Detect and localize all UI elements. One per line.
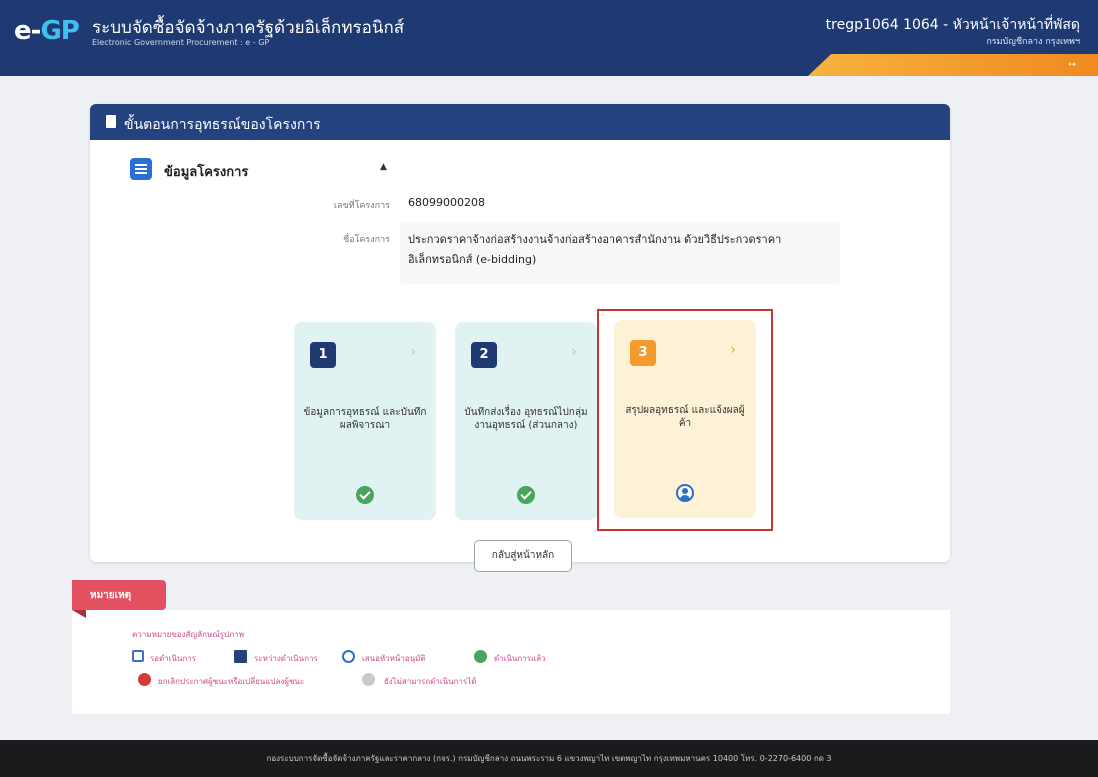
egp-logo[interactable]: e-GP bbox=[14, 16, 80, 46]
chevron-right-icon: › bbox=[571, 344, 577, 360]
date-bar: ↦ bbox=[808, 54, 1098, 76]
project-name-line1: ประกวดราคาจ้างก่อสร้างงานจ้างก่อสร้างอาค… bbox=[408, 233, 782, 246]
logo-e: e- bbox=[14, 16, 41, 46]
legend-title: ความหมายของสัญลักษณ์รูปภาพ bbox=[132, 630, 245, 639]
project-no-value: 68099000208 bbox=[408, 196, 485, 209]
card-title: ขั้นตอนการอุทธรณ์ของโครงการ bbox=[124, 117, 321, 133]
legend-done: ดำเนินการแล้ว bbox=[494, 654, 546, 663]
cancel-circle-icon bbox=[138, 673, 151, 686]
top-header: e-GP ระบบจัดซื้อจัดจ้างภาครัฐด้วยอิเล็กท… bbox=[0, 0, 1098, 62]
step-label: บันทึกส่งเรื่อง อุทธรณ์ไปกลุ่ม งานอุทธรณ… bbox=[464, 407, 588, 431]
highlight-box bbox=[597, 309, 773, 531]
step-1-card[interactable]: 1 › ข้อมูลการอุทธรณ์ และบันทึกผลพิจารณา bbox=[294, 322, 436, 520]
collapse-caret-icon[interactable]: ▲ bbox=[380, 162, 387, 172]
legend-propose: เสนอหัวหน้าอนุมัติ bbox=[362, 654, 426, 663]
step-label: ข้อมูลการอุทธรณ์ และบันทึกผลพิจารณา bbox=[303, 407, 427, 431]
project-name-label: ชื่อโครงการ bbox=[343, 235, 390, 245]
section-title: ข้อมูลโครงการ bbox=[164, 165, 249, 180]
project-name-line2: อิเล็กทรอนิกส์ (e-bidding) bbox=[408, 253, 537, 266]
legend-pending: รอดำเนินการ bbox=[150, 654, 197, 663]
legend-unavailable: ยังไม่สามารถดำเนินการได้ bbox=[384, 677, 477, 686]
system-subtitle: Electronic Government Procurement : e - … bbox=[92, 38, 270, 47]
project-no-label: เลขที่โครงการ bbox=[333, 201, 390, 211]
check-circle-icon bbox=[474, 650, 487, 663]
legend-in-progress: ระหว่างดำเนินการ bbox=[254, 654, 318, 663]
user-circle-icon bbox=[342, 650, 355, 663]
system-title: ระบบจัดซื้อจัดจ้างภาครัฐด้วยอิเล็กทรอนิก… bbox=[92, 18, 405, 38]
card-header: ขั้นตอนการอุทธรณ์ของโครงการ bbox=[90, 104, 950, 140]
legend-cancel: ยกเลิกประกาศผู้ชนะหรือเปลี่ยนแปลงผู้ชนะ bbox=[158, 677, 305, 686]
chevron-right-icon: › bbox=[410, 344, 416, 360]
list-icon bbox=[130, 158, 152, 180]
header-strip: ↦ bbox=[0, 54, 1098, 76]
step-number: 1 bbox=[310, 342, 336, 368]
footer: กองระบบการจัดซื้อจัดจ้างภาครัฐและราคากลา… bbox=[0, 740, 1098, 777]
logout-icon[interactable]: ↦ bbox=[1068, 60, 1076, 70]
save-icon bbox=[234, 650, 247, 663]
disabled-circle-icon bbox=[362, 673, 375, 686]
remarks-tab: หมายเหตุ bbox=[72, 580, 166, 618]
user-department: กรมบัญชีกลาง กรุงเทพฯ bbox=[986, 37, 1080, 47]
back-home-button[interactable]: กลับสู่หน้าหลัก bbox=[474, 540, 572, 572]
document-icon bbox=[106, 115, 116, 128]
check-circle-icon bbox=[517, 486, 535, 504]
logo-gp: GP bbox=[40, 16, 79, 46]
appeal-steps-card: ขั้นตอนการอุทธรณ์ของโครงการ ข้อมูลโครงกา… bbox=[90, 104, 950, 562]
step-2-card[interactable]: 2 › บันทึกส่งเรื่อง อุทธรณ์ไปกลุ่ม งานอุ… bbox=[455, 322, 597, 520]
step-number: 2 bbox=[471, 342, 497, 368]
check-circle-icon bbox=[356, 486, 374, 504]
user-name[interactable]: tregp1064 1064 - หัวหน้าเจ้าหน้าที่พัสดุ bbox=[826, 14, 1080, 36]
edit-icon bbox=[132, 650, 144, 662]
